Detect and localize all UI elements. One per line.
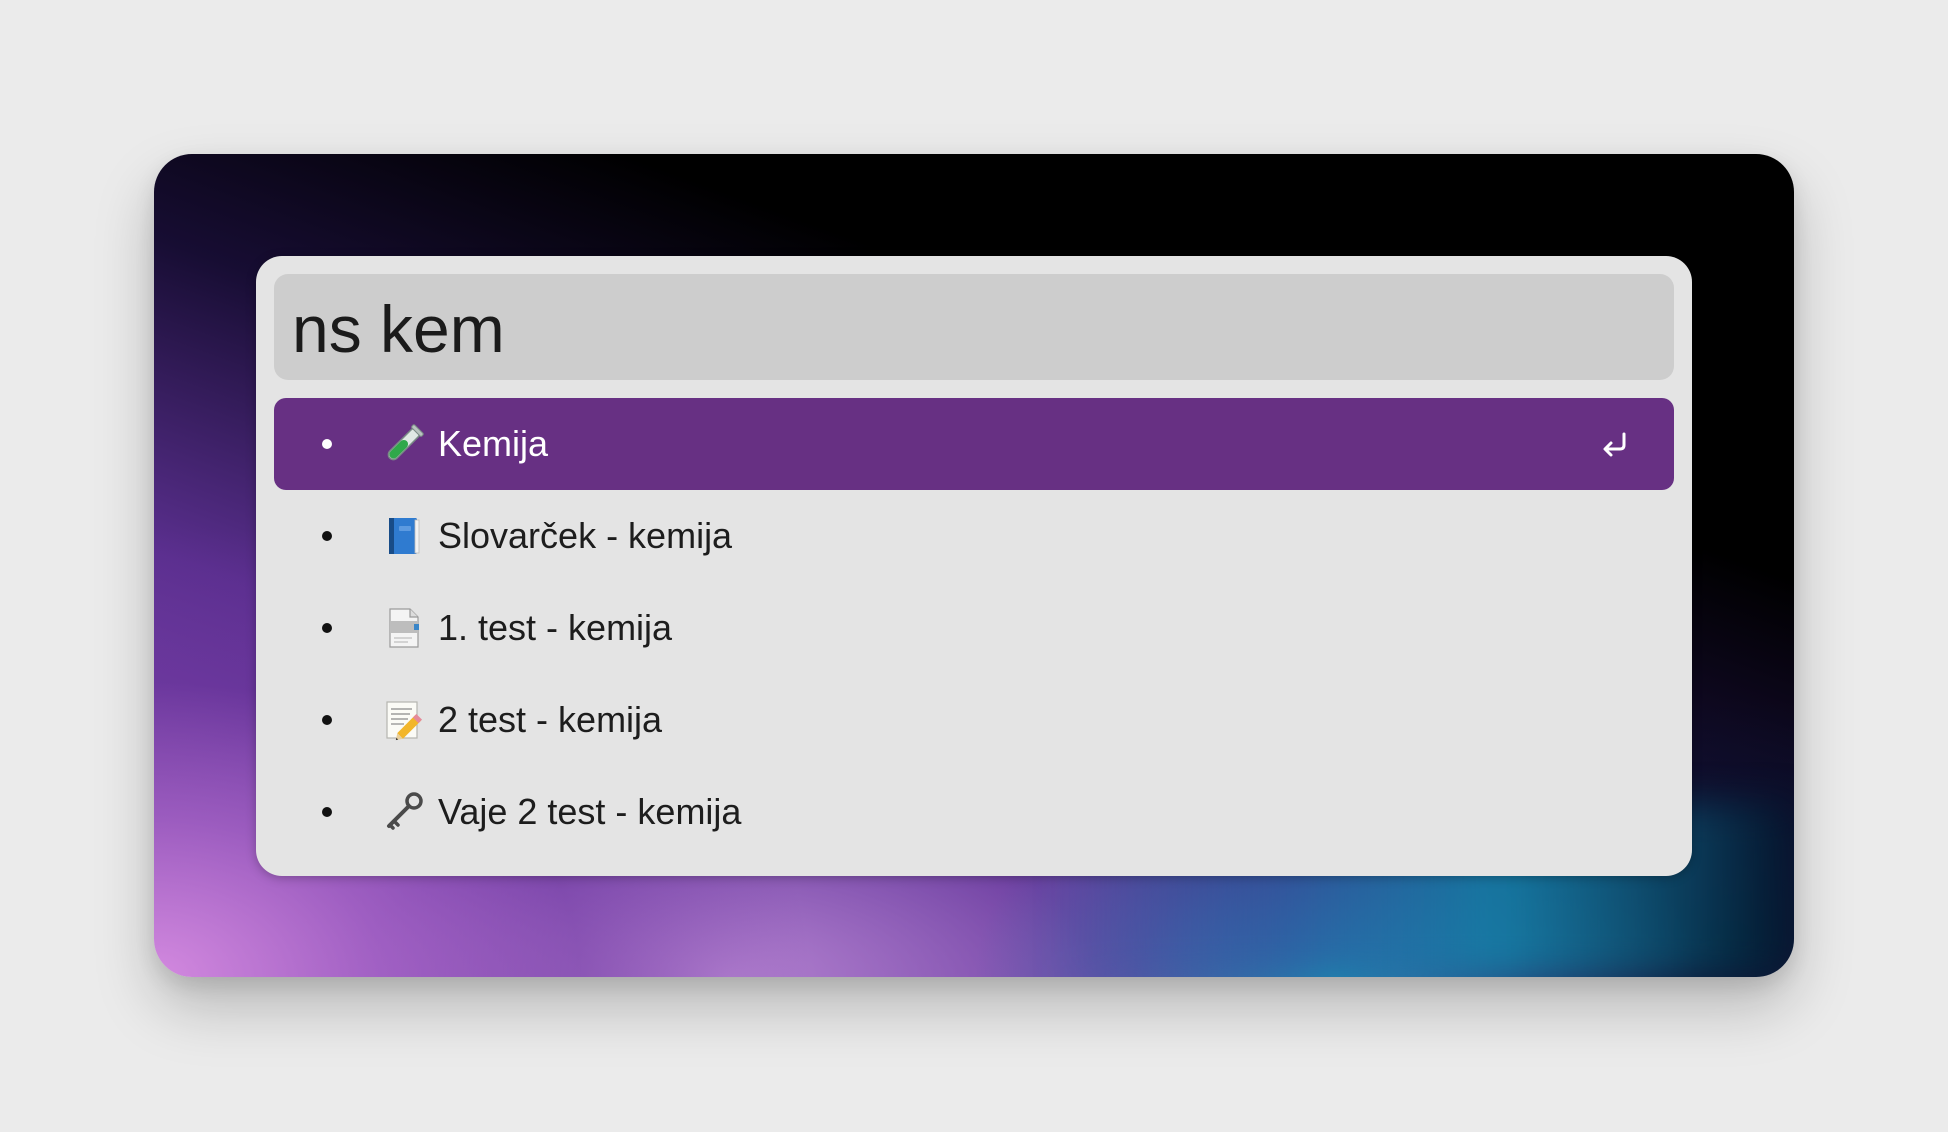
bullet xyxy=(322,807,332,817)
result-label: Kemija xyxy=(438,423,549,464)
test-tube-icon xyxy=(387,424,424,461)
search-input[interactable]: ns kem xyxy=(292,274,505,380)
result-item-kemija[interactable]: Kemija xyxy=(274,398,1674,490)
old-key-icon xyxy=(387,792,423,830)
result-item-2-test-kemija[interactable]: 2 test - kemija xyxy=(274,674,1674,766)
bullet xyxy=(322,439,332,449)
blue-book-icon xyxy=(389,518,420,554)
result-item-1-test-kemija[interactable]: 1. test - kemija xyxy=(274,582,1674,674)
result-label: Vaje 2 test - kemija xyxy=(438,791,742,832)
return-key-icon xyxy=(1603,432,1626,457)
result-item-vaje-2-test-kemija[interactable]: Vaje 2 test - kemija xyxy=(274,766,1674,858)
result-label: 1. test - kemija xyxy=(438,607,673,648)
result-label: 2 test - kemija xyxy=(438,699,663,740)
document-icon xyxy=(389,608,419,648)
bullet xyxy=(322,623,332,633)
results-list: Kemija Slovarček - kemija 1. test - kemi… xyxy=(274,398,1674,858)
memo-pencil-icon xyxy=(386,701,423,741)
search-field[interactable]: ns kem xyxy=(274,274,1674,380)
bullet xyxy=(322,531,332,541)
result-item-slovarcek-kemija[interactable]: Slovarček - kemija xyxy=(274,490,1674,582)
result-label: Slovarček - kemija xyxy=(438,515,733,556)
bullet xyxy=(322,715,332,725)
launcher-panel: ns kem Kemija Slovarček - kemija 1. test… xyxy=(256,256,1692,876)
